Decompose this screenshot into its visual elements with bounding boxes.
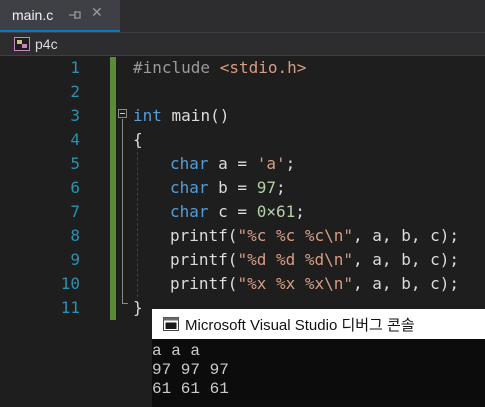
code-text: char c = 0×61; xyxy=(170,202,305,221)
navigation-bar: p4c xyxy=(0,32,485,56)
line-number: 7 xyxy=(70,202,80,221)
line-number: 5 xyxy=(70,154,80,173)
code-line: 1 #include <stdio.h> xyxy=(0,56,485,80)
console-title-bar[interactable]: Microsoft Visual Studio 디버그 콘솔 xyxy=(152,309,485,339)
code-line: 5 char a = 'a'; xyxy=(0,152,485,176)
code-text: } xyxy=(133,298,143,317)
code-line: 4 { xyxy=(0,128,485,152)
code-line: 10 printf("%x %x %x\n", a, b, c); xyxy=(0,272,485,296)
code-line: 2 xyxy=(0,80,485,104)
document-tab-strip: main.c ✕ xyxy=(0,0,485,32)
tab-main-c[interactable]: main.c ✕ xyxy=(0,0,120,32)
code-text: char b = 97; xyxy=(170,178,286,197)
line-number: 8 xyxy=(70,226,80,245)
project-icon xyxy=(14,37,30,51)
line-number: 1 xyxy=(70,58,80,77)
code-text: printf("%x %x %x\n", a, b, c); xyxy=(170,274,459,293)
code-text: { xyxy=(133,130,143,149)
pin-icon[interactable] xyxy=(67,8,83,22)
close-icon[interactable]: ✕ xyxy=(91,5,103,21)
code-text: char a = 'a'; xyxy=(170,154,296,173)
code-text: int main() xyxy=(133,106,230,125)
line-number: 9 xyxy=(70,250,80,269)
tab-title: main.c xyxy=(12,7,54,23)
console-window-icon xyxy=(163,317,179,331)
line-number: 2 xyxy=(70,82,80,101)
line-number: 11 xyxy=(60,298,80,317)
console-output: a a a 97 97 97 61 61 61 xyxy=(152,342,229,399)
code-text: #include <stdio.h> xyxy=(133,58,307,77)
console-output-line: 61 61 61 xyxy=(152,380,229,398)
line-number: 6 xyxy=(70,178,80,197)
code-line: 6 char b = 97; xyxy=(0,176,485,200)
debug-console-window[interactable]: Microsoft Visual Studio 디버그 콘솔 a a a 97 9… xyxy=(152,309,485,407)
console-output-line: a a a xyxy=(152,342,201,360)
line-number: 4 xyxy=(70,130,80,149)
code-line: 8 printf("%c %c %c\n", a, b, c); xyxy=(0,224,485,248)
project-dropdown[interactable]: p4c xyxy=(35,36,58,52)
code-text: printf("%d %d %d\n", a, b, c); xyxy=(170,250,459,269)
line-number: 3 xyxy=(70,106,80,125)
console-title: Microsoft Visual Studio 디버그 콘솔 xyxy=(185,317,415,334)
code-line: 3 int main() xyxy=(0,104,485,128)
code-line: 9 printf("%d %d %d\n", a, b, c); xyxy=(0,248,485,272)
code-line: 7 char c = 0×61; xyxy=(0,200,485,224)
code-text: printf("%c %c %c\n", a, b, c); xyxy=(170,226,459,245)
console-output-line: 97 97 97 xyxy=(152,361,229,379)
line-number: 10 xyxy=(60,274,80,293)
